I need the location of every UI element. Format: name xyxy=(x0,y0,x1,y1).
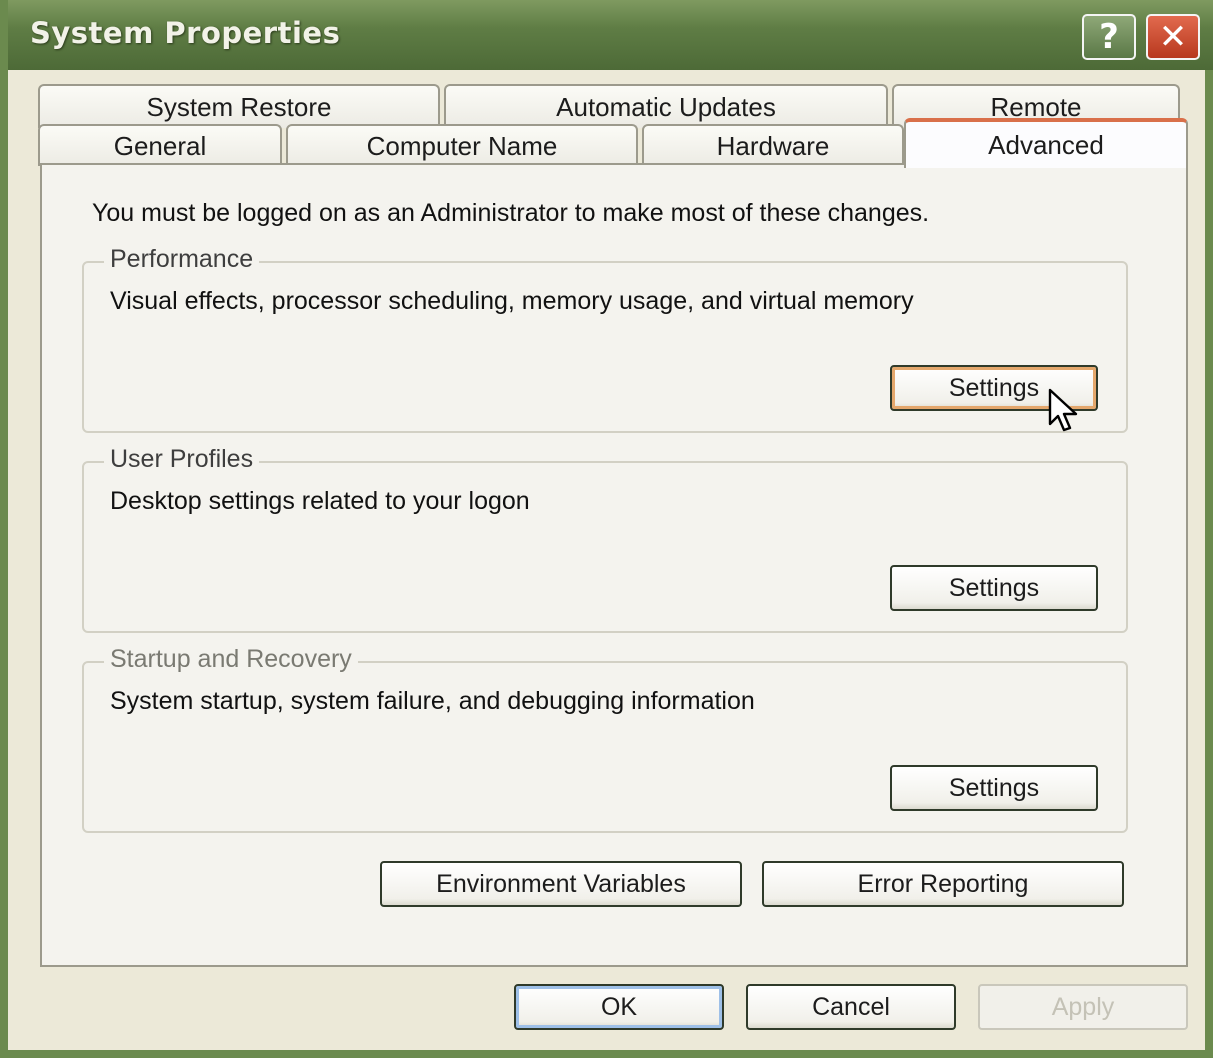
tab-system-restore[interactable]: System Restore xyxy=(38,84,440,128)
startup-recovery-group: Startup and Recovery System startup, sys… xyxy=(82,645,1128,833)
user-profiles-settings-button[interactable]: Settings xyxy=(890,565,1098,611)
tab-general[interactable]: General xyxy=(38,124,282,166)
apply-button[interactable]: Apply xyxy=(978,984,1188,1030)
tab-computer-name[interactable]: Computer Name xyxy=(286,124,638,166)
ok-button[interactable]: OK xyxy=(514,984,724,1030)
performance-description: Visual effects, processor scheduling, me… xyxy=(110,287,914,315)
close-icon: ✕ xyxy=(1158,17,1188,57)
close-button[interactable]: ✕ xyxy=(1146,14,1200,60)
user-profiles-description: Desktop settings related to your logon xyxy=(110,487,530,515)
help-button[interactable]: ? xyxy=(1082,14,1136,60)
user-profiles-title: User Profiles xyxy=(104,445,260,474)
help-icon: ? xyxy=(1099,17,1119,57)
startup-recovery-description: System startup, system failure, and debu… xyxy=(110,687,755,715)
startup-recovery-title: Startup and Recovery xyxy=(104,645,358,674)
performance-group: Performance Visual effects, processor sc… xyxy=(82,245,1128,433)
cancel-button[interactable]: Cancel xyxy=(746,984,956,1030)
admin-notice: You must be logged on as an Administrato… xyxy=(92,199,930,227)
tab-automatic-updates[interactable]: Automatic Updates xyxy=(444,84,888,128)
window-title: System Properties xyxy=(30,16,341,50)
tab-advanced[interactable]: Advanced xyxy=(904,118,1188,168)
performance-title: Performance xyxy=(104,245,260,274)
error-reporting-button[interactable]: Error Reporting xyxy=(762,861,1124,907)
title-bar[interactable]: System Properties ? ✕ xyxy=(8,0,1213,70)
startup-recovery-settings-button[interactable]: Settings xyxy=(890,765,1098,811)
user-profiles-group: User Profiles Desktop settings related t… xyxy=(82,445,1128,633)
advanced-tab-panel: You must be logged on as an Administrato… xyxy=(40,163,1188,967)
environment-variables-button[interactable]: Environment Variables xyxy=(380,861,742,907)
tab-hardware[interactable]: Hardware xyxy=(642,124,904,166)
arrow-cursor-icon xyxy=(1048,388,1088,436)
system-properties-window: System Properties ? ✕ System Restore Aut… xyxy=(0,0,1213,1058)
